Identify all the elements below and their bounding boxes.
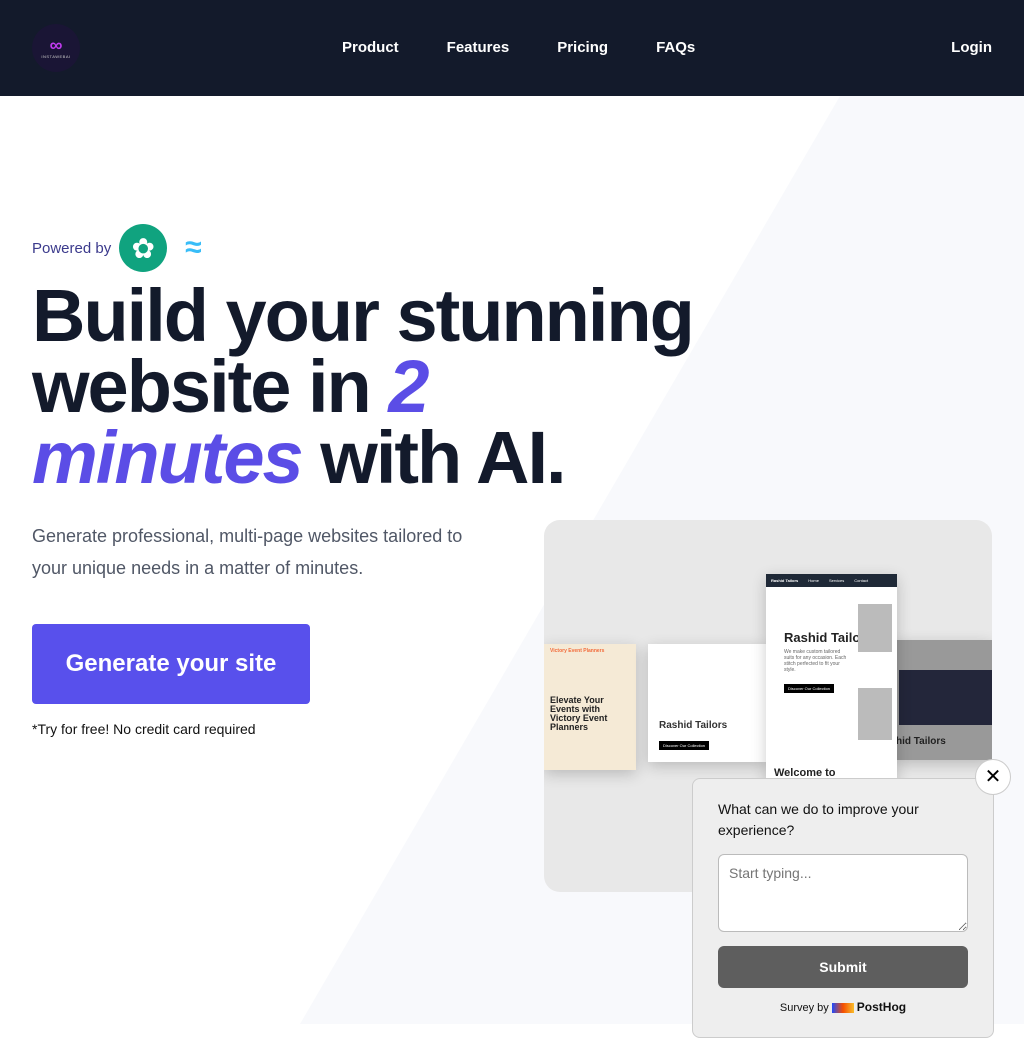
navbar: ∞ INSTAWEBAI Product Features Pricing FAQ…: [0, 0, 1024, 96]
infinity-icon: ∞: [49, 34, 63, 55]
preview-card-editor[interactable]: hid Tailors: [894, 640, 992, 760]
survey-input[interactable]: [718, 854, 968, 932]
openai-icon: ✿: [119, 224, 168, 272]
powered-by-label: Powered by: [32, 239, 112, 257]
generate-site-button[interactable]: Generate your site: [32, 624, 310, 704]
preview-card-victory[interactable]: Victory Event Planners Elevate Your Event…: [544, 644, 636, 770]
login-link[interactable]: Login: [951, 39, 992, 56]
survey-popup: What can we do to improve your experienc…: [692, 778, 994, 1038]
preview-card-rashid[interactable]: Rashid Tailors Discover Our Collection: [648, 644, 768, 762]
free-note: *Try for free! No credit card required: [32, 721, 256, 737]
nav-product[interactable]: Product: [342, 39, 399, 56]
close-icon[interactable]: ✕: [975, 759, 1011, 795]
hero-subtitle: Generate professional, multi-page websit…: [32, 526, 463, 578]
logo-text: INSTAWEBAI: [41, 53, 71, 59]
nav-faqs[interactable]: FAQs: [656, 39, 695, 56]
nav-features[interactable]: Features: [447, 39, 510, 56]
survey-footer[interactable]: Survey by PostHog: [693, 1000, 993, 1014]
survey-question: What can we do to improve your experienc…: [718, 801, 919, 838]
hero-title: Build your stunning website in 2 minutes …: [32, 274, 695, 499]
powered-by: Powered by ✿ ≈: [32, 224, 202, 272]
survey-submit-button[interactable]: Submit: [718, 946, 968, 988]
logo[interactable]: ∞ INSTAWEBAI: [32, 24, 80, 72]
preview-card-rashid-main[interactable]: Rashid Tailors Home Services Contact Rashid…: [766, 574, 897, 784]
nav-pricing[interactable]: Pricing: [557, 39, 608, 56]
posthog-icon: [831, 1003, 854, 1014]
tailwind-icon: ≈: [185, 231, 202, 264]
